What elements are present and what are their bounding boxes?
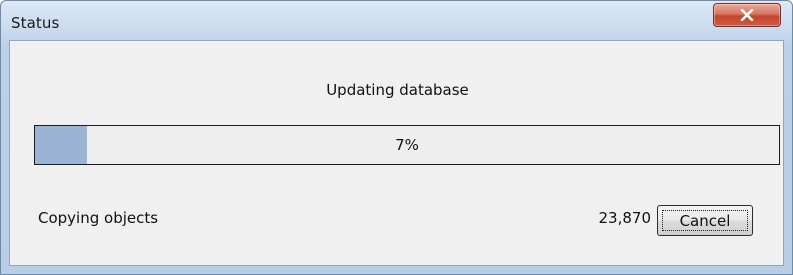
operation-status-text: Copying objects xyxy=(38,209,159,227)
close-button[interactable] xyxy=(713,3,781,27)
cancel-button-label: Cancel xyxy=(662,210,748,231)
status-dialog: Status Updating database 7% Copying obje… xyxy=(0,0,793,275)
object-count: 23,870 xyxy=(598,209,652,227)
window-title: Status xyxy=(11,14,60,32)
progress-percent-label: 7% xyxy=(395,136,419,154)
close-icon xyxy=(740,9,754,21)
dialog-body: Updating database 7% Copying objects 23,… xyxy=(9,40,784,266)
cancel-button[interactable]: Cancel xyxy=(657,205,753,236)
progress-bar: 7% xyxy=(34,125,780,165)
title-bar[interactable]: Status xyxy=(1,1,792,39)
status-heading: Updating database xyxy=(326,81,469,99)
